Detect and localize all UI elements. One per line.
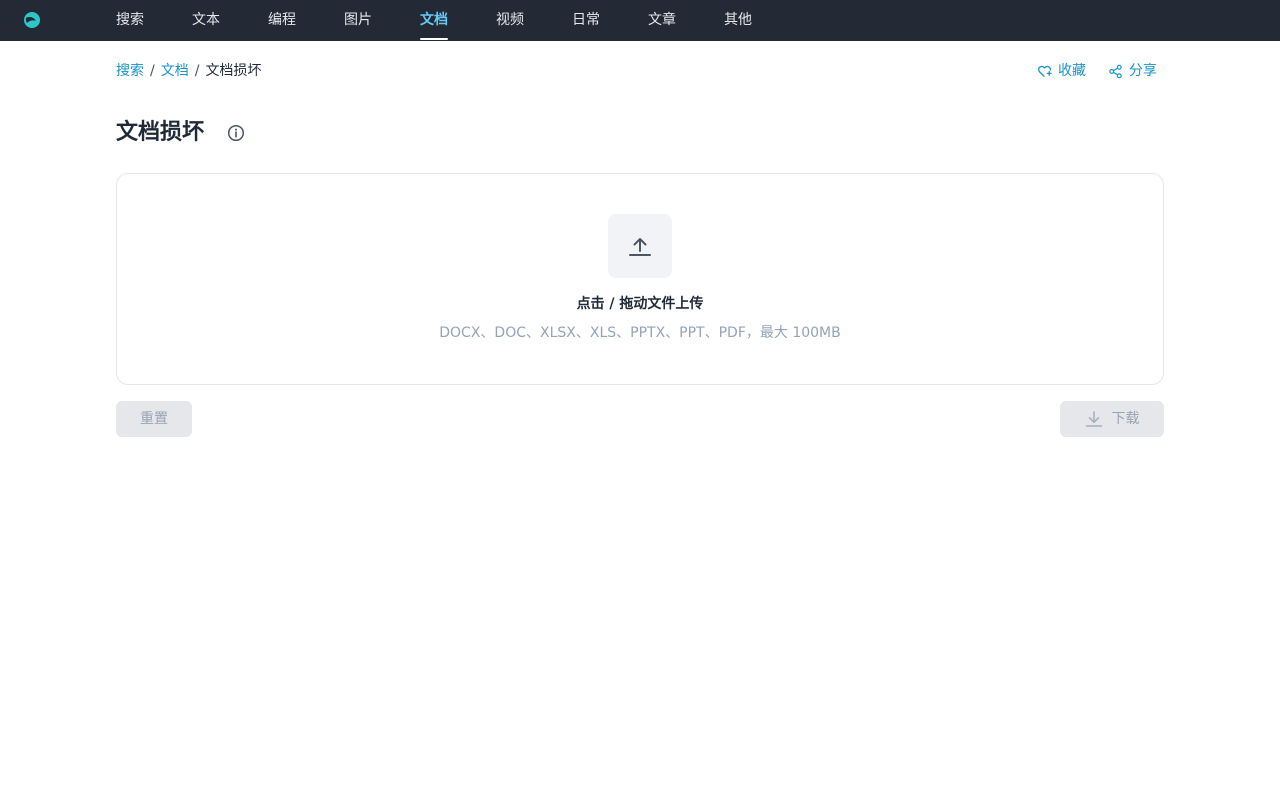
nav-item-document[interactable]: 文档 xyxy=(420,0,448,41)
favorite-button[interactable]: 收藏 xyxy=(1037,61,1086,81)
nav-item-text[interactable]: 文本 xyxy=(192,0,220,41)
breadcrumb-current: 文档损坏 xyxy=(205,63,262,79)
nav-item-daily[interactable]: 日常 xyxy=(572,0,600,41)
share-label: 分享 xyxy=(1129,63,1157,79)
upload-instruction: 点击 / 拖动文件上传 xyxy=(576,296,704,312)
reset-button[interactable]: 重置 xyxy=(116,401,192,437)
favorite-label: 收藏 xyxy=(1058,63,1086,79)
download-label: 下载 xyxy=(1111,411,1140,427)
breadcrumb-separator: / xyxy=(194,63,200,79)
upload-icon xyxy=(629,238,651,256)
reset-label: 重置 xyxy=(140,411,168,427)
info-icon[interactable] xyxy=(227,124,245,142)
share-icon xyxy=(1109,64,1122,78)
nav-item-other[interactable]: 其他 xyxy=(724,0,752,41)
upload-format-hint: DOCX、DOC、XLSX、XLS、PPTX、PPT、PDF，最大 100MB xyxy=(439,325,841,341)
nav-item-image[interactable]: 图片 xyxy=(344,0,372,41)
upload-button[interactable] xyxy=(608,214,672,278)
top-navigation-bar: 搜索 文本 编程 图片 文档 视频 日常 文章 其他 xyxy=(0,0,1280,41)
nav-item-search[interactable]: 搜索 xyxy=(116,0,144,41)
file-upload-dropzone[interactable]: 点击 / 拖动文件上传 DOCX、DOC、XLSX、XLS、PPTX、PPT、P… xyxy=(116,173,1164,385)
heart-plus-icon xyxy=(1037,65,1052,77)
breadcrumb-separator: / xyxy=(150,63,155,79)
share-button[interactable]: 分享 xyxy=(1108,61,1157,81)
breadcrumb-link-search[interactable]: 搜索 xyxy=(116,61,144,81)
page-title: 文档损坏 xyxy=(116,120,205,145)
logo-icon[interactable] xyxy=(23,11,41,29)
download-icon xyxy=(1085,411,1102,427)
nav-item-programming[interactable]: 编程 xyxy=(268,0,296,41)
nav-item-video[interactable]: 视频 xyxy=(496,0,524,41)
nav-item-article[interactable]: 文章 xyxy=(648,0,676,41)
breadcrumb-link-document[interactable]: 文档 xyxy=(161,61,189,81)
breadcrumb: 搜索 / 文档 / 文档损坏 xyxy=(116,61,261,81)
download-button[interactable]: 下载 xyxy=(1060,401,1164,437)
active-tab-indicator xyxy=(420,38,448,40)
